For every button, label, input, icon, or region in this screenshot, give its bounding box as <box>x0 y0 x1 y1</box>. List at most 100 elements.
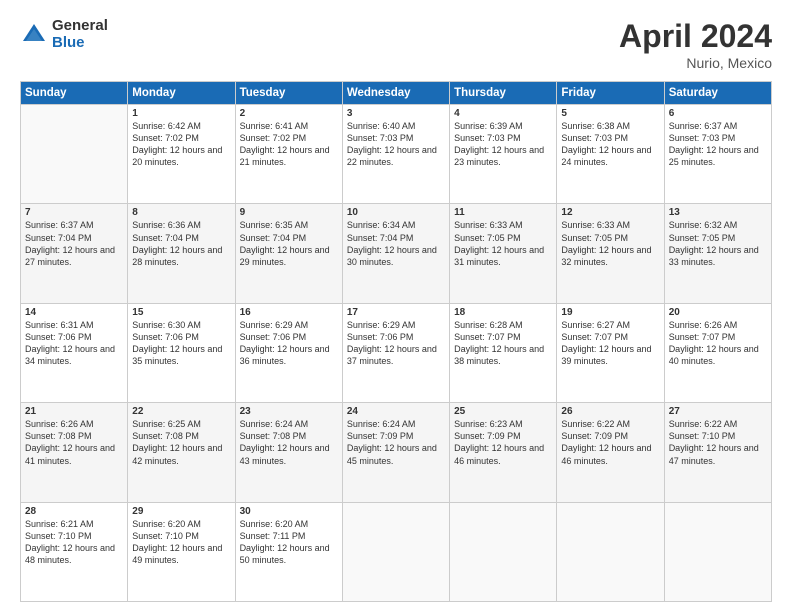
calendar-cell: 8Sunrise: 6:36 AMSunset: 7:04 PMDaylight… <box>128 204 235 303</box>
day-number: 20 <box>669 307 767 318</box>
day-number: 1 <box>132 108 230 119</box>
col-header-saturday: Saturday <box>664 82 771 105</box>
day-number: 6 <box>669 108 767 119</box>
week-row-2: 7Sunrise: 6:37 AMSunset: 7:04 PMDaylight… <box>21 204 772 303</box>
cell-info: Sunrise: 6:33 AMSunset: 7:05 PMDaylight:… <box>454 219 552 268</box>
calendar-cell: 2Sunrise: 6:41 AMSunset: 7:02 PMDaylight… <box>235 105 342 204</box>
day-number: 13 <box>669 207 767 218</box>
cell-info: Sunrise: 6:24 AMSunset: 7:09 PMDaylight:… <box>347 418 445 467</box>
cell-info: Sunrise: 6:25 AMSunset: 7:08 PMDaylight:… <box>132 418 230 467</box>
cell-info: Sunrise: 6:42 AMSunset: 7:02 PMDaylight:… <box>132 120 230 169</box>
day-number: 25 <box>454 406 552 417</box>
calendar-cell: 14Sunrise: 6:31 AMSunset: 7:06 PMDayligh… <box>21 303 128 402</box>
logo-general: General <box>52 18 108 35</box>
header-row: SundayMondayTuesdayWednesdayThursdayFrid… <box>21 82 772 105</box>
day-number: 15 <box>132 307 230 318</box>
cell-info: Sunrise: 6:37 AMSunset: 7:04 PMDaylight:… <box>25 219 123 268</box>
cell-info: Sunrise: 6:26 AMSunset: 7:08 PMDaylight:… <box>25 418 123 467</box>
calendar-cell: 24Sunrise: 6:24 AMSunset: 7:09 PMDayligh… <box>342 403 449 502</box>
logo-text: General Blue <box>52 18 108 51</box>
calendar-cell: 21Sunrise: 6:26 AMSunset: 7:08 PMDayligh… <box>21 403 128 502</box>
day-number: 3 <box>347 108 445 119</box>
cell-info: Sunrise: 6:33 AMSunset: 7:05 PMDaylight:… <box>561 219 659 268</box>
week-row-3: 14Sunrise: 6:31 AMSunset: 7:06 PMDayligh… <box>21 303 772 402</box>
calendar-cell: 15Sunrise: 6:30 AMSunset: 7:06 PMDayligh… <box>128 303 235 402</box>
calendar-cell <box>342 502 449 601</box>
cell-info: Sunrise: 6:30 AMSunset: 7:06 PMDaylight:… <box>132 319 230 368</box>
calendar-header: SundayMondayTuesdayWednesdayThursdayFrid… <box>21 82 772 105</box>
day-number: 2 <box>240 108 338 119</box>
calendar-body: 1Sunrise: 6:42 AMSunset: 7:02 PMDaylight… <box>21 105 772 602</box>
day-number: 8 <box>132 207 230 218</box>
calendar-cell: 29Sunrise: 6:20 AMSunset: 7:10 PMDayligh… <box>128 502 235 601</box>
cell-info: Sunrise: 6:20 AMSunset: 7:10 PMDaylight:… <box>132 518 230 567</box>
title-block: April 2024 Nurio, Mexico <box>619 18 772 71</box>
col-header-thursday: Thursday <box>450 82 557 105</box>
cell-info: Sunrise: 6:37 AMSunset: 7:03 PMDaylight:… <box>669 120 767 169</box>
cell-info: Sunrise: 6:40 AMSunset: 7:03 PMDaylight:… <box>347 120 445 169</box>
logo-blue: Blue <box>52 35 108 52</box>
calendar-cell: 27Sunrise: 6:22 AMSunset: 7:10 PMDayligh… <box>664 403 771 502</box>
logo-icon <box>20 21 48 49</box>
calendar: SundayMondayTuesdayWednesdayThursdayFrid… <box>20 81 772 602</box>
cell-info: Sunrise: 6:29 AMSunset: 7:06 PMDaylight:… <box>240 319 338 368</box>
day-number: 26 <box>561 406 659 417</box>
day-number: 17 <box>347 307 445 318</box>
cell-info: Sunrise: 6:36 AMSunset: 7:04 PMDaylight:… <box>132 219 230 268</box>
header: General Blue April 2024 Nurio, Mexico <box>20 18 772 71</box>
col-header-monday: Monday <box>128 82 235 105</box>
week-row-5: 28Sunrise: 6:21 AMSunset: 7:10 PMDayligh… <box>21 502 772 601</box>
calendar-cell: 4Sunrise: 6:39 AMSunset: 7:03 PMDaylight… <box>450 105 557 204</box>
cell-info: Sunrise: 6:38 AMSunset: 7:03 PMDaylight:… <box>561 120 659 169</box>
day-number: 10 <box>347 207 445 218</box>
calendar-cell <box>21 105 128 204</box>
day-number: 7 <box>25 207 123 218</box>
calendar-cell: 20Sunrise: 6:26 AMSunset: 7:07 PMDayligh… <box>664 303 771 402</box>
day-number: 19 <box>561 307 659 318</box>
cell-info: Sunrise: 6:22 AMSunset: 7:10 PMDaylight:… <box>669 418 767 467</box>
calendar-cell: 7Sunrise: 6:37 AMSunset: 7:04 PMDaylight… <box>21 204 128 303</box>
day-number: 29 <box>132 506 230 517</box>
cell-info: Sunrise: 6:32 AMSunset: 7:05 PMDaylight:… <box>669 219 767 268</box>
cell-info: Sunrise: 6:35 AMSunset: 7:04 PMDaylight:… <box>240 219 338 268</box>
day-number: 22 <box>132 406 230 417</box>
location: Nurio, Mexico <box>619 55 772 71</box>
calendar-cell: 18Sunrise: 6:28 AMSunset: 7:07 PMDayligh… <box>450 303 557 402</box>
calendar-cell: 25Sunrise: 6:23 AMSunset: 7:09 PMDayligh… <box>450 403 557 502</box>
cell-info: Sunrise: 6:29 AMSunset: 7:06 PMDaylight:… <box>347 319 445 368</box>
cell-info: Sunrise: 6:41 AMSunset: 7:02 PMDaylight:… <box>240 120 338 169</box>
calendar-cell: 10Sunrise: 6:34 AMSunset: 7:04 PMDayligh… <box>342 204 449 303</box>
cell-info: Sunrise: 6:20 AMSunset: 7:11 PMDaylight:… <box>240 518 338 567</box>
cell-info: Sunrise: 6:23 AMSunset: 7:09 PMDaylight:… <box>454 418 552 467</box>
calendar-cell: 13Sunrise: 6:32 AMSunset: 7:05 PMDayligh… <box>664 204 771 303</box>
cell-info: Sunrise: 6:26 AMSunset: 7:07 PMDaylight:… <box>669 319 767 368</box>
calendar-cell: 23Sunrise: 6:24 AMSunset: 7:08 PMDayligh… <box>235 403 342 502</box>
col-header-friday: Friday <box>557 82 664 105</box>
calendar-cell <box>664 502 771 601</box>
col-header-sunday: Sunday <box>21 82 128 105</box>
calendar-cell: 16Sunrise: 6:29 AMSunset: 7:06 PMDayligh… <box>235 303 342 402</box>
cell-info: Sunrise: 6:27 AMSunset: 7:07 PMDaylight:… <box>561 319 659 368</box>
calendar-cell: 22Sunrise: 6:25 AMSunset: 7:08 PMDayligh… <box>128 403 235 502</box>
calendar-cell <box>557 502 664 601</box>
calendar-cell: 3Sunrise: 6:40 AMSunset: 7:03 PMDaylight… <box>342 105 449 204</box>
day-number: 30 <box>240 506 338 517</box>
week-row-1: 1Sunrise: 6:42 AMSunset: 7:02 PMDaylight… <box>21 105 772 204</box>
logo: General Blue <box>20 18 108 51</box>
page: General Blue April 2024 Nurio, Mexico Su… <box>0 0 792 612</box>
day-number: 18 <box>454 307 552 318</box>
calendar-cell: 9Sunrise: 6:35 AMSunset: 7:04 PMDaylight… <box>235 204 342 303</box>
calendar-cell: 19Sunrise: 6:27 AMSunset: 7:07 PMDayligh… <box>557 303 664 402</box>
calendar-cell: 5Sunrise: 6:38 AMSunset: 7:03 PMDaylight… <box>557 105 664 204</box>
cell-info: Sunrise: 6:22 AMSunset: 7:09 PMDaylight:… <box>561 418 659 467</box>
calendar-cell: 6Sunrise: 6:37 AMSunset: 7:03 PMDaylight… <box>664 105 771 204</box>
cell-info: Sunrise: 6:34 AMSunset: 7:04 PMDaylight:… <box>347 219 445 268</box>
cell-info: Sunrise: 6:28 AMSunset: 7:07 PMDaylight:… <box>454 319 552 368</box>
calendar-cell: 12Sunrise: 6:33 AMSunset: 7:05 PMDayligh… <box>557 204 664 303</box>
calendar-cell: 1Sunrise: 6:42 AMSunset: 7:02 PMDaylight… <box>128 105 235 204</box>
cell-info: Sunrise: 6:31 AMSunset: 7:06 PMDaylight:… <box>25 319 123 368</box>
calendar-cell: 28Sunrise: 6:21 AMSunset: 7:10 PMDayligh… <box>21 502 128 601</box>
day-number: 23 <box>240 406 338 417</box>
day-number: 24 <box>347 406 445 417</box>
week-row-4: 21Sunrise: 6:26 AMSunset: 7:08 PMDayligh… <box>21 403 772 502</box>
